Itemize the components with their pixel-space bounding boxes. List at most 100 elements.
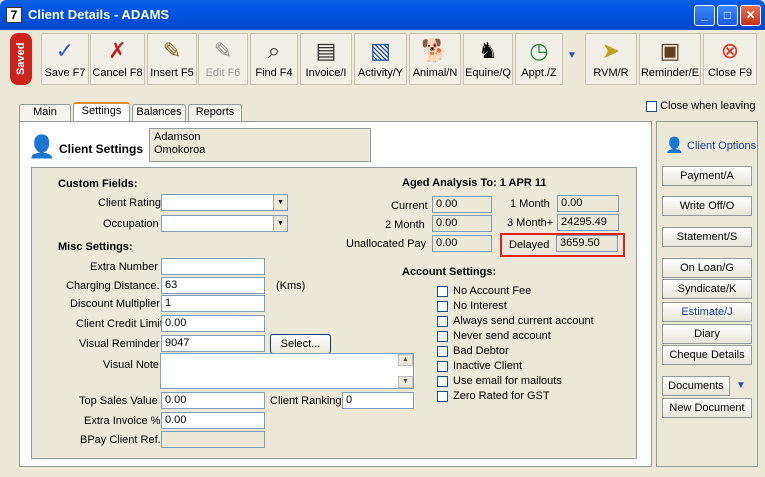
month1-label: 1 Month: [510, 198, 550, 210]
activity-button[interactable]: ▧ Activity/Y: [354, 33, 407, 85]
rvm-button[interactable]: ➤ RVM/R: [585, 33, 637, 85]
option-button-cheque-details[interactable]: Cheque Details: [662, 345, 752, 365]
appt-button[interactable]: ◷ Appt./Z: [515, 33, 563, 85]
edit-button[interactable]: ✎ Edit F6: [198, 33, 248, 85]
custom-fields-heading: Custom Fields:: [58, 178, 138, 190]
close-icon: ⊗: [720, 38, 740, 63]
extra-number-input[interactable]: [161, 258, 265, 275]
dropdown-arrow-icon[interactable]: ▼: [273, 195, 287, 210]
option-button-payment-a[interactable]: Payment/A: [662, 166, 752, 186]
activity-icon: ▧: [370, 38, 391, 63]
tab-label: Settings: [81, 105, 122, 117]
unallocated-pay-value: 0.00: [432, 235, 492, 252]
scroll-down-icon[interactable]: ▼: [398, 376, 413, 388]
find-label: Find F4: [255, 67, 293, 79]
account-option-checkbox[interactable]: [437, 390, 448, 402]
month3-label: 3 Month+: [507, 217, 554, 229]
minimize-button[interactable]: _: [694, 5, 715, 26]
close-button[interactable]: ⊗ Close F9: [703, 33, 757, 85]
cancel-label: Cancel F8: [92, 67, 143, 79]
bpay-label: BPay Client Ref.: [80, 434, 161, 446]
account-option-label: Use email for mailouts: [453, 375, 562, 387]
kms-label: (Kms): [276, 280, 306, 292]
visual-note-label: Visual Note: [103, 359, 160, 371]
documents-dropdown-icon[interactable]: ▼: [732, 377, 750, 395]
extra-invoice-label: Extra Invoice %: [84, 415, 161, 427]
credit-limit-label: Client Credit Limit: [76, 318, 163, 330]
occupation-label: Occupation: [103, 218, 159, 230]
account-option-checkbox[interactable]: [437, 300, 448, 312]
credit-limit-input[interactable]: 0.00: [161, 315, 265, 332]
app-icon: 7: [6, 7, 22, 23]
occupation-select[interactable]: ▼: [161, 215, 288, 232]
unallocated-pay-label: Unallocated Pay: [346, 238, 427, 250]
option-button-diary[interactable]: Diary: [662, 324, 752, 344]
save-label: Save F7: [44, 67, 86, 79]
reminder-label: Reminder/E: [640, 67, 700, 79]
cancel-button[interactable]: ✗ Cancel F8: [90, 33, 145, 85]
account-option-checkbox[interactable]: [437, 345, 448, 357]
option-button-statement-s[interactable]: Statement/S: [662, 227, 752, 247]
account-option-label: Zero Rated for GST: [453, 390, 550, 402]
option-button-estimate-j[interactable]: Estimate/J: [662, 302, 752, 322]
account-option[interactable]: Use email for mailouts: [437, 375, 562, 387]
scroll-up-icon[interactable]: ▲: [398, 354, 413, 366]
close-when-leaving-checkbox[interactable]: [646, 100, 657, 112]
select-button[interactable]: Select...: [270, 334, 331, 354]
tab-label: Main: [33, 106, 57, 118]
insert-button[interactable]: ✎ Insert F5: [147, 33, 197, 85]
account-option-checkbox[interactable]: [437, 330, 448, 342]
account-option[interactable]: No Account Fee: [437, 285, 531, 297]
appt-dropdown-icon[interactable]: ▼: [567, 50, 579, 64]
invoice-button[interactable]: ▤ Invoice/I: [300, 33, 352, 85]
option-button-new-document[interactable]: New Document: [662, 398, 752, 418]
tab-main[interactable]: Main: [19, 104, 71, 121]
account-option-checkbox[interactable]: [437, 315, 448, 327]
tab-balances[interactable]: Balances: [132, 104, 186, 121]
client-rating-label: Client Rating: [98, 197, 161, 209]
save-button[interactable]: ✓ Save F7: [41, 33, 89, 85]
discount-multiplier-input[interactable]: 1: [161, 295, 265, 312]
maximize-button[interactable]: □: [717, 5, 738, 26]
extra-invoice-input[interactable]: 0.00: [161, 412, 265, 429]
charging-distance-input[interactable]: 63: [161, 277, 265, 294]
find-button[interactable]: ⌕ Find F4: [250, 33, 298, 85]
client-rating-select[interactable]: ▼: [161, 194, 288, 211]
tab-settings[interactable]: Settings: [73, 102, 130, 121]
account-option[interactable]: Never send account: [437, 330, 551, 342]
window-title: Client Details - ADAMS: [28, 7, 170, 22]
client-ranking-label: Client Ranking: [270, 395, 342, 407]
close-window-button[interactable]: ✕: [740, 5, 761, 26]
account-option[interactable]: Inactive Client: [437, 360, 522, 372]
account-option-checkbox[interactable]: [437, 285, 448, 297]
tab-label: Reports: [195, 106, 235, 118]
find-icon: ⌕: [267, 38, 281, 63]
account-option[interactable]: No Interest: [437, 300, 507, 312]
animal-button[interactable]: 🐕 Animal/N: [409, 33, 461, 85]
rvm-icon: ➤: [601, 38, 621, 63]
account-option[interactable]: Bad Debtor: [437, 345, 509, 357]
option-button-write-off-o[interactable]: Write Off/O: [662, 196, 752, 216]
account-option-label: No Interest: [453, 300, 507, 312]
client-settings-heading: Client Settings: [59, 142, 144, 156]
account-option[interactable]: Always send current account: [437, 315, 594, 327]
reminder-button[interactable]: ▣ Reminder/E: [639, 33, 701, 85]
extra-number-label: Extra Number: [90, 261, 158, 273]
option-button-on-loan-g[interactable]: On Loan/G: [662, 258, 752, 278]
close-when-leaving[interactable]: Close when leaving: [646, 100, 755, 112]
bpay-input: [161, 431, 265, 448]
dropdown-arrow-icon[interactable]: ▼: [273, 216, 287, 231]
visual-note-textarea[interactable]: ▲ ▼: [160, 353, 414, 389]
tab-reports[interactable]: Reports: [188, 104, 242, 121]
option-button-syndicate-k[interactable]: Syndicate/K: [662, 279, 752, 299]
account-option[interactable]: Zero Rated for GST: [437, 390, 550, 402]
close-label: Close F9: [707, 67, 753, 79]
top-sales-input[interactable]: 0.00: [161, 392, 265, 409]
invoice-label: Invoice/I: [305, 67, 347, 79]
visual-reminder-input[interactable]: 9047: [161, 335, 265, 352]
client-ranking-input[interactable]: 0: [342, 392, 414, 409]
account-option-checkbox[interactable]: [437, 360, 448, 372]
equine-button[interactable]: ♞ Equine/Q: [463, 33, 513, 85]
option-button-documents[interactable]: Documents: [662, 376, 730, 396]
account-option-checkbox[interactable]: [437, 375, 448, 387]
